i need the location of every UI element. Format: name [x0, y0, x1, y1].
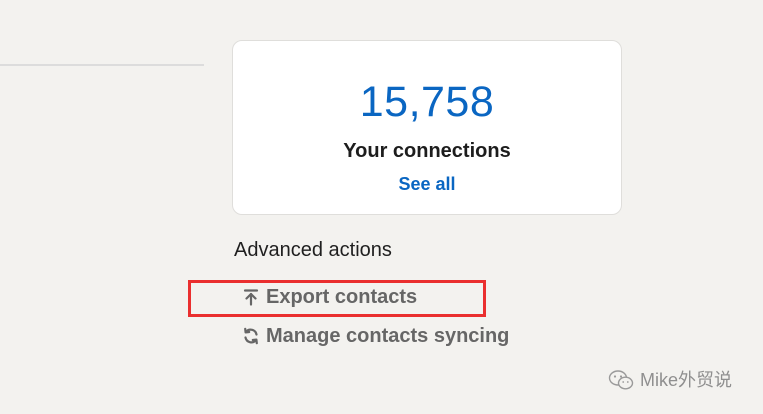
export-contacts-link[interactable]: Export contacts — [242, 285, 417, 309]
see-all-link[interactable]: See all — [233, 173, 621, 195]
manage-contacts-syncing-link[interactable]: Manage contacts syncing — [242, 324, 509, 348]
advanced-actions-heading: Advanced actions — [234, 239, 392, 261]
export-upload-icon — [242, 288, 260, 306]
connections-label: Your connections — [343, 140, 511, 162]
connections-card: 15,758 Your connections See all — [232, 40, 622, 215]
export-contacts-label: Export contacts — [266, 286, 418, 308]
wechat-icon — [608, 369, 634, 391]
sync-icon — [242, 327, 260, 345]
connections-count: 15,758 — [359, 78, 495, 126]
manage-contacts-syncing-label: Manage contacts syncing — [266, 325, 510, 347]
watermark-text: Mike外贸说 — [640, 370, 733, 390]
watermark: Mike外贸说 — [608, 368, 732, 392]
left-column-divider — [0, 64, 204, 66]
